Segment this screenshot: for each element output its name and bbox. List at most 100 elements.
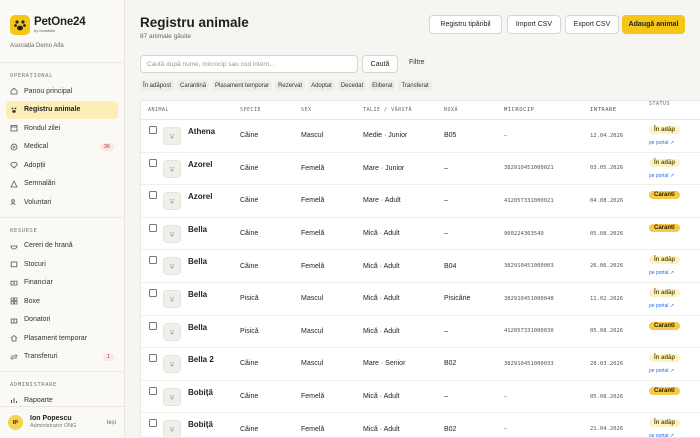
portal-link[interactable]: pe portal ↗ [649,368,674,374]
animal-name[interactable]: Bella [188,290,207,299]
sidebar-item-plasament-temporar[interactable]: Plasament temporar [6,329,118,348]
portal-link[interactable]: pe portal ↗ [649,270,674,276]
table-row[interactable]: Bobiță Câine Femelă Mică · Adult B02 – 21.04.2… [141,413,700,437]
status-chip[interactable]: Decedat [337,80,367,91]
column-header[interactable]: BOXĂ [444,107,504,113]
portal-link[interactable]: pe portal ↗ [649,433,674,437]
result-count: 87 animale găsite [140,33,191,40]
status-chip[interactable]: Carantină [177,80,210,91]
status-chip[interactable]: Adoptat [308,80,335,91]
animal-name[interactable]: Bella [188,257,207,266]
add-animal-button[interactable]: Adaugă animal [622,15,685,34]
animal-name[interactable]: Bella 2 [188,355,214,364]
column-header[interactable]: INTRARE [590,107,649,113]
box-icon [10,260,18,268]
sidebar-item-medical[interactable]: Medical 36 [6,138,118,157]
export-csv-button[interactable]: Export CSV [565,15,619,34]
sidebar-item-label: Adopții [24,161,46,169]
animal-name[interactable]: Bobiță [188,420,213,429]
table-row[interactable]: Athena Câine Mascul Medie · Junior B05 – 12.04… [141,120,700,153]
sidebar-item-voluntari[interactable]: Voluntari [6,193,118,212]
column-header[interactable]: SEX [301,107,363,113]
sidebar-item-cereri-de-hrana[interactable]: Cereri de hrană [6,237,118,256]
sidebar-item-semnalari[interactable]: Semnalări [6,175,118,194]
status-chip[interactable]: Transferat [398,80,432,91]
table-row[interactable]: Bobiță Câine Femelă Mică · Adult – – 05.08.202… [141,381,700,414]
status-badge: Caranti [649,223,680,232]
row-checkbox[interactable] [149,288,157,297]
column-header[interactable]: MICROCIP [504,107,590,113]
status-badge: Caranti [649,191,680,200]
table-row[interactable]: Bella Pisică Mascul Mică · Adult Pisicărie 38… [141,283,700,316]
logout-link[interactable]: Ieși [107,420,116,426]
column-header[interactable]: SPECIE [240,107,301,113]
sidebar-item-donatori[interactable]: Donatori [6,311,118,330]
species-cell: Câine [240,262,259,270]
box-cell: – [444,230,448,238]
animal-name[interactable]: Azorel [188,160,212,169]
portal-link[interactable]: pe portal ↗ [649,303,674,309]
sidebar-item-label: Cereri de hrană [24,242,73,250]
status-cell: În adăp pe portal ↗ [649,153,700,185]
row-checkbox[interactable] [149,158,157,167]
microchip-cell: 382910451000033 [504,360,554,367]
row-checkbox[interactable] [149,126,157,134]
sidebar-item-boxe[interactable]: Boxe [6,292,118,311]
animal-name[interactable]: Athena [188,127,215,136]
sidebar-item-panou-principal[interactable]: Panou principal [6,82,118,101]
sidebar-item-transferuri[interactable]: Transferuri 1 [6,348,118,367]
avatar[interactable]: IP [8,415,23,430]
sidebar-item-financiar[interactable]: Financiar [6,274,118,293]
row-checkbox[interactable] [149,419,157,428]
search-input[interactable]: Caută după nume, microcip sau cod intern… [140,55,358,73]
status-chip[interactable]: Rezervat [275,80,306,91]
status-chip[interactable]: Plasament temporar [212,80,273,91]
alert-icon [10,179,18,188]
sidebar-item-registru-animale[interactable]: Registru animale [6,100,118,119]
status-chip[interactable]: În adăpost [140,80,175,91]
divider [0,371,124,372]
box-cell: B05 [444,132,457,140]
size-age-cell: Mare · Senior [363,360,406,368]
table-row[interactable]: Bella Câine Femelă Mică · Adult B04 382910451… [141,250,700,283]
row-checkbox[interactable] [149,223,157,232]
table-row[interactable]: Bella Câine Femelă Mică · Adult – 90022436354… [141,218,700,251]
sidebar-item-label: Medical [24,143,49,151]
row-checkbox[interactable] [149,256,157,265]
portal-link[interactable]: pe portal ↗ [649,140,674,146]
import-csv-button[interactable]: Import CSV [507,15,561,34]
animal-name[interactable]: Bella [188,225,207,234]
animal-name[interactable]: Bobiță [188,388,213,397]
filters-button[interactable]: Filtre [409,59,425,66]
portal-link[interactable]: pe portal ↗ [649,173,674,179]
brand[interactable]: PetOne24 by fundatiile [0,0,124,37]
table-row[interactable]: Azorel Câine Femelă Mare · Junior – 382910451… [141,153,700,186]
sidebar-item-stocuri[interactable]: Stocuri [6,255,118,274]
transfer-icon [10,353,18,361]
row-checkbox[interactable] [149,191,157,200]
status-cell: În adăp pe portal ↗ [649,120,700,152]
column-header[interactable]: ANIMAL [141,101,240,119]
column-header[interactable]: TALIE / VÂRSTĂ [363,107,444,113]
animal-name[interactable]: Azorel [188,192,212,201]
table-row[interactable]: Azorel Câine Femelă Mare · Adult – 4120573310… [141,185,700,218]
row-checkbox[interactable] [149,386,157,395]
status-chip[interactable]: Eliberat [369,80,396,91]
row-checkbox[interactable] [149,354,157,363]
table-row[interactable]: Bella Pisică Mascul Mică · Adult – 4120573310… [141,316,700,349]
table-row[interactable]: Bella 2 Câine Mascul Mare · Senior B02 382910… [141,348,700,381]
size-age-cell: Mică · Adult [363,295,400,303]
animal-name[interactable]: Bella [188,323,207,332]
sidebar-item-label: Rondul zilei [24,124,61,132]
column-header[interactable]: STATUS [649,101,700,119]
sidebar-item-label: Transferuri [24,353,58,361]
search-button[interactable]: Caută [362,55,398,73]
sidebar-item-rondul-zilei[interactable]: Rondul zilei [6,119,118,138]
sidebar-item-adoptii[interactable]: Adopții [6,156,118,175]
count-badge: 36 [99,142,114,151]
row-checkbox[interactable] [149,321,157,330]
microchip-cell: – [504,426,508,433]
box-cell: – [444,197,448,205]
print-register-button[interactable]: Registru tipăribil [429,15,502,34]
status-cell: În adăp pe portal ↗ [649,348,700,380]
